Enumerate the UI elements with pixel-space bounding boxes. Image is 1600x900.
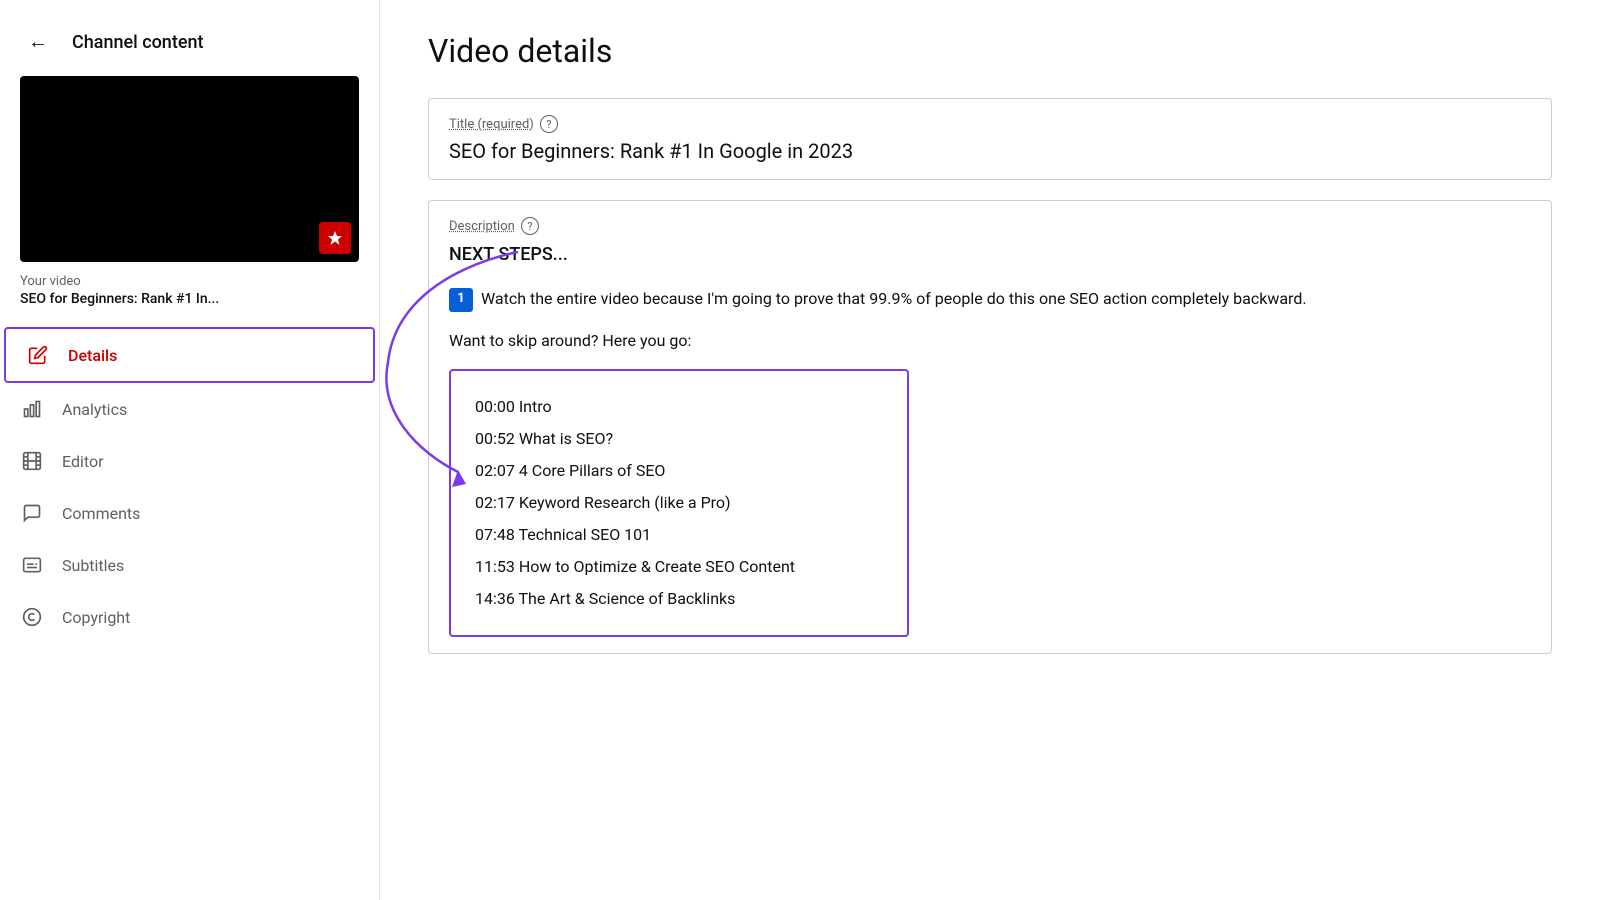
title-field-value: SEO for Beginners: Rank #1 In Google in … [449, 139, 1531, 163]
analytics-label: Analytics [62, 400, 127, 419]
pencil-icon [26, 343, 50, 367]
sidebar-item-subtitles[interactable]: Subtitles [0, 539, 379, 591]
sidebar-item-details[interactable]: Details [4, 327, 375, 383]
sidebar-item-comments[interactable]: Comments [0, 487, 379, 539]
sidebar-title: Channel content [72, 32, 203, 53]
sidebar: ← Channel content Your video SEO for Beg… [0, 0, 380, 900]
step-one-text: 1 Watch the entire video because I'm goi… [449, 286, 1531, 312]
skip-text: Want to skip around? Here you go: [449, 328, 1531, 354]
sidebar-item-analytics[interactable]: Analytics [0, 383, 379, 435]
title-field-label: Title (required) ? [449, 115, 1531, 133]
description-field-group[interactable]: Description ? NEXT STEPS... 1 Watch the … [428, 200, 1552, 654]
description-label-text: Description [449, 219, 515, 234]
comments-label: Comments [62, 504, 140, 523]
subtitles-label: Subtitles [62, 556, 124, 575]
timestamps-box: 00:00 Intro 00:52 What is SEO? 02:07 4 C… [449, 369, 909, 637]
page-title: Video details [428, 32, 1552, 70]
comment-icon [20, 501, 44, 525]
copyright-label: Copyright [62, 608, 130, 627]
bar-chart-icon [20, 397, 44, 421]
title-help-icon[interactable]: ? [540, 115, 558, 133]
description-content: NEXT STEPS... 1 Watch the entire video b… [449, 241, 1531, 637]
subtitles-icon [20, 553, 44, 577]
timestamp-2: 02:07 4 Core Pillars of SEO [475, 455, 883, 487]
film-icon [20, 449, 44, 473]
back-arrow-icon: ← [28, 31, 48, 54]
main-content: Video details Title (required) ? SEO for… [380, 0, 1600, 900]
timestamp-1: 00:52 What is SEO? [475, 423, 883, 455]
title-field-group[interactable]: Title (required) ? SEO for Beginners: Ra… [428, 98, 1552, 180]
sidebar-nav: Details Analytics Editor [0, 327, 379, 643]
sidebar-item-editor[interactable]: Editor [0, 435, 379, 487]
step-badge: 1 [449, 288, 473, 312]
timestamp-5: 11:53 How to Optimize & Create SEO Conte… [475, 551, 883, 583]
video-title: SEO for Beginners: Rank #1 In... [20, 291, 359, 307]
timestamp-0: 00:00 Intro [475, 391, 883, 423]
next-steps-text: NEXT STEPS... [449, 241, 1531, 270]
timestamp-3: 02:17 Keyword Research (like a Pro) [475, 487, 883, 519]
sidebar-item-copyright[interactable]: Copyright [0, 591, 379, 643]
timestamp-6: 14:36 The Art & Science of Backlinks [475, 583, 883, 615]
step-one-content: Watch the entire video because I'm going… [481, 289, 1307, 308]
sidebar-header: ← Channel content [0, 0, 379, 76]
description-help-icon[interactable]: ? [521, 217, 539, 235]
title-label-text: Title (required) [449, 117, 534, 132]
video-thumbnail [20, 76, 359, 262]
description-field-label: Description ? [449, 217, 1531, 235]
editor-label: Editor [62, 452, 103, 471]
thumbnail-badge [319, 222, 351, 254]
back-button[interactable]: ← [20, 24, 56, 60]
details-label: Details [68, 346, 117, 365]
video-your-label: Your video [20, 274, 359, 289]
video-info: Your video SEO for Beginners: Rank #1 In… [0, 274, 379, 319]
video-thumbnail-container [20, 76, 359, 262]
copyright-icon [20, 605, 44, 629]
timestamp-4: 07:48 Technical SEO 101 [475, 519, 883, 551]
